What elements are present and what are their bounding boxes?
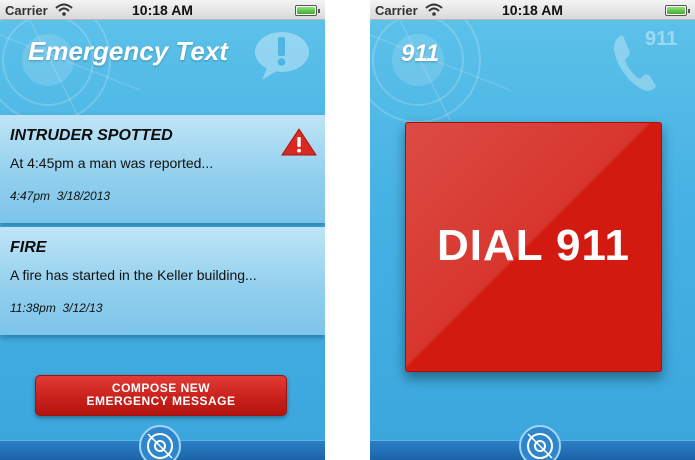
status-time: 10:18 AM xyxy=(132,2,193,18)
message-card[interactable]: INTRUDER SPOTTED At 4:45pm a man was rep… xyxy=(0,115,325,223)
speech-bubble-exclamation-icon xyxy=(252,30,312,87)
message-preview: A fire has started in the Keller buildin… xyxy=(10,267,257,283)
corner-911-label: 911 xyxy=(645,28,678,50)
message-timestamp: 11:38pm 3/12/13 xyxy=(10,301,103,315)
warning-icon xyxy=(281,128,317,161)
message-card[interactable]: FIRE A fire has started in the Keller bu… xyxy=(0,227,325,335)
message-preview: At 4:45pm a man was reported... xyxy=(10,155,214,171)
page-title: 911 xyxy=(401,40,440,67)
status-bar: Carrier 10:18 AM xyxy=(0,0,325,20)
status-bar: Carrier 10:18 AM xyxy=(370,0,695,20)
dial-button-label: DIAL 911 xyxy=(436,221,631,270)
message-timestamp: 4:47pm 3/18/2013 xyxy=(10,189,111,203)
message-title: INTRUDER SPOTTED xyxy=(10,127,173,144)
battery-icon xyxy=(665,5,690,16)
message-title: FIRE xyxy=(10,239,47,256)
compose-message-button[interactable]: COMPOSE NEW EMERGENCY MESSAGE xyxy=(35,375,287,416)
emergency-text-screen: Carrier 10:18 AM Emergency Text INTRUDER… xyxy=(0,0,325,460)
status-time: 10:18 AM xyxy=(502,2,563,18)
dial-911-screen: Carrier 10:18 AM 911 911 DIAL 911 xyxy=(370,0,695,460)
target-icon[interactable] xyxy=(138,424,182,460)
compose-button-label-line2: EMERGENCY MESSAGE xyxy=(86,394,236,408)
page-title: Emergency Text xyxy=(28,36,228,66)
dial-911-button[interactable]: DIAL 911 xyxy=(405,122,662,372)
battery-icon xyxy=(295,5,320,16)
target-icon[interactable] xyxy=(518,424,562,460)
